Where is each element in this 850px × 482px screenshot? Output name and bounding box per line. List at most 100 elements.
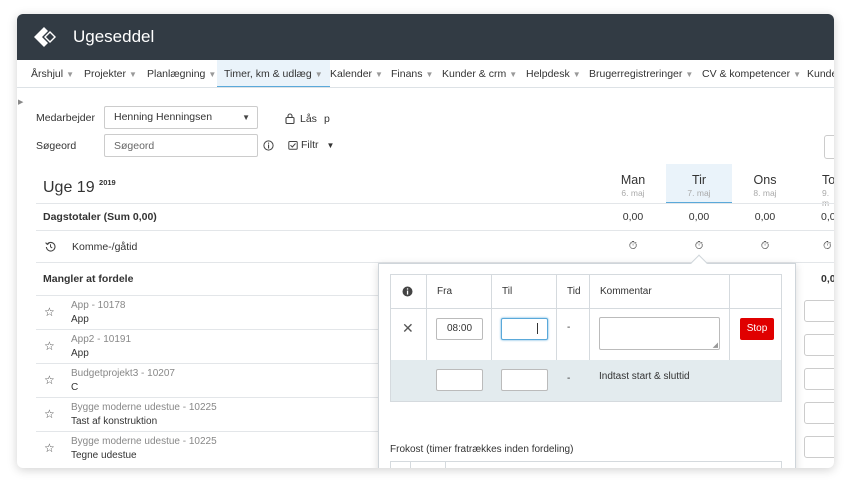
day-totals-label: Dagstotaler (Sum 0,00): [43, 211, 157, 223]
star-icon[interactable]: ☆: [44, 373, 55, 387]
unassigned-label: Mangler at fordele: [43, 273, 134, 285]
week-label: Uge 19: [43, 179, 95, 196]
nav-label: Kunde: [807, 68, 834, 80]
new-to-input[interactable]: [501, 369, 548, 391]
delete-icon[interactable]: ✕: [402, 320, 414, 337]
divider: [410, 462, 411, 468]
header-from: Fra: [437, 286, 452, 297]
total-to: 0,0: [821, 211, 834, 223]
nav-item-kalender[interactable]: Kalender ▼: [323, 60, 390, 87]
nav-label: Finans: [391, 68, 423, 80]
info-icon[interactable]: [402, 286, 413, 297]
hours-input[interactable]: [804, 334, 834, 356]
nav-item-cv[interactable]: CV & kompetencer ▼: [695, 60, 808, 87]
chevron-down-icon: ▼: [129, 70, 137, 79]
total-man: 0,00: [622, 211, 644, 223]
employee-select[interactable]: Henning Henningsen ▼: [104, 106, 258, 129]
info-icon[interactable]: [263, 140, 274, 151]
project-row[interactable]: ☆ App - 10178 App: [36, 295, 398, 328]
project-row[interactable]: ☆ Bygge moderne udestue - 10225 Tast af …: [36, 397, 398, 430]
project-name: App - 10178: [71, 300, 126, 311]
caret-down-icon: ▼: [242, 113, 250, 122]
star-icon[interactable]: ☆: [44, 407, 55, 421]
day-name: Man: [620, 173, 646, 187]
star-icon[interactable]: ☆: [44, 305, 55, 319]
star-icon[interactable]: ☆: [44, 339, 55, 353]
stopwatch-icon[interactable]: ⏱: [669, 240, 729, 253]
project-task: C: [71, 382, 79, 393]
lunch-table: [390, 461, 782, 468]
filter-icon[interactable]: [288, 140, 298, 150]
titlebar: Ugeseddel: [17, 14, 834, 60]
lock-icon[interactable]: [285, 113, 295, 124]
stopwatch-icon[interactable]: ⏱: [603, 240, 663, 253]
nav-label: CV & kompetencer: [702, 68, 791, 80]
nav-item-projekter[interactable]: Projekter ▼: [77, 60, 144, 87]
toolbar-button[interactable]: [824, 135, 834, 159]
nav-item-planlaegning[interactable]: Planlægning ▼: [140, 60, 223, 87]
stopwatch-icon[interactable]: ⏱: [801, 240, 834, 253]
project-task: Tegne udestue: [71, 450, 137, 461]
search-label: Søgeord: [36, 140, 77, 152]
chevron-down-icon: ▼: [314, 70, 323, 79]
search-input[interactable]: [104, 134, 258, 157]
comment-textarea[interactable]: ◢: [599, 317, 720, 350]
lunch-label: Frokost (timer fratrækkes inden fordelin…: [390, 444, 574, 455]
new-from-input[interactable]: [436, 369, 483, 391]
text-cursor: [537, 322, 538, 334]
divider: [445, 462, 446, 468]
divider: [36, 230, 834, 231]
p-label: p: [324, 113, 330, 125]
history-icon[interactable]: [45, 241, 56, 252]
employee-label: Medarbejder: [36, 112, 95, 124]
from-time-input[interactable]: 08:00: [436, 318, 483, 340]
main-nav: Årshjul ▼ Projekter ▼ Planlægning ▼ Timer, …: [17, 60, 834, 88]
project-name: Bygge moderne udestue - 10225: [71, 436, 217, 447]
new-entry-row: - Indtast start & sluttid: [391, 360, 781, 401]
stopwatch-icon[interactable]: ⏱: [735, 240, 795, 253]
lock-label[interactable]: Lås: [300, 113, 317, 125]
project-row[interactable]: ☆ App2 - 10191 App: [36, 329, 398, 362]
project-row[interactable]: ☆ Bygge moderne udestue - 10225 Tegne ud…: [36, 431, 398, 464]
header-time: Tid: [567, 286, 581, 297]
nav-label: Kunder & crm: [442, 68, 507, 80]
nav-item-arshjul[interactable]: Årshjul ▼: [24, 60, 81, 87]
project-task: App: [71, 314, 89, 325]
filter-button[interactable]: Filtr ▼: [301, 139, 334, 151]
chevron-down-icon: ▼: [208, 70, 217, 79]
app-window: Ugeseddel Årshjul ▼ Projekter ▼ Planlægnin…: [17, 14, 834, 468]
total-tir: 0,00: [688, 211, 710, 223]
day-date: 6. maj: [621, 188, 645, 198]
star-icon[interactable]: ☆: [44, 441, 55, 455]
nav-item-helpdesk[interactable]: Helpdesk ▼: [519, 60, 588, 87]
to-time-input[interactable]: [501, 318, 548, 340]
project-row[interactable]: ☆ Budgetprojekt3 - 10207 C: [36, 363, 398, 396]
day-name: Tir: [691, 173, 707, 187]
app-logo-icon[interactable]: [31, 24, 59, 50]
nav-label: Brugerregistreringer: [589, 68, 683, 80]
week-year: 2019: [99, 178, 116, 187]
nav-item-timer[interactable]: Timer, km & udlæg ▼: [217, 60, 330, 87]
entry-hint: Indtast start & sluttid: [599, 371, 690, 382]
nav-label: Årshjul: [31, 68, 64, 80]
chevron-down-icon: ▼: [66, 70, 75, 79]
project-name: Bygge moderne udestue - 10225: [71, 402, 217, 413]
stop-button[interactable]: Stop: [740, 318, 774, 340]
resize-grip-icon[interactable]: ◢: [713, 341, 718, 349]
hours-input[interactable]: [804, 300, 834, 322]
day-name: To: [822, 173, 834, 187]
day-header-man: Man 6. maj: [600, 164, 666, 204]
nav-item-kunde[interactable]: Kunde: [800, 60, 834, 87]
hours-input[interactable]: [804, 368, 834, 390]
nav-item-kunder[interactable]: Kunder & crm ▼: [435, 60, 524, 87]
project-task: App: [71, 348, 89, 359]
project-name: App2 - 10191: [71, 334, 132, 345]
nav-item-finans[interactable]: Finans ▼: [384, 60, 440, 87]
day-header-tir: Tir 7. maj: [666, 164, 732, 204]
day-date: 8. maj: [753, 188, 777, 198]
hours-input[interactable]: [804, 402, 834, 424]
expand-sidebar-icon[interactable]: ▶: [18, 98, 23, 106]
filter-label: Filtr: [301, 139, 319, 151]
hours-input[interactable]: [804, 436, 834, 458]
nav-item-brugerregistreringer[interactable]: Brugerregistreringer ▼: [582, 60, 700, 87]
